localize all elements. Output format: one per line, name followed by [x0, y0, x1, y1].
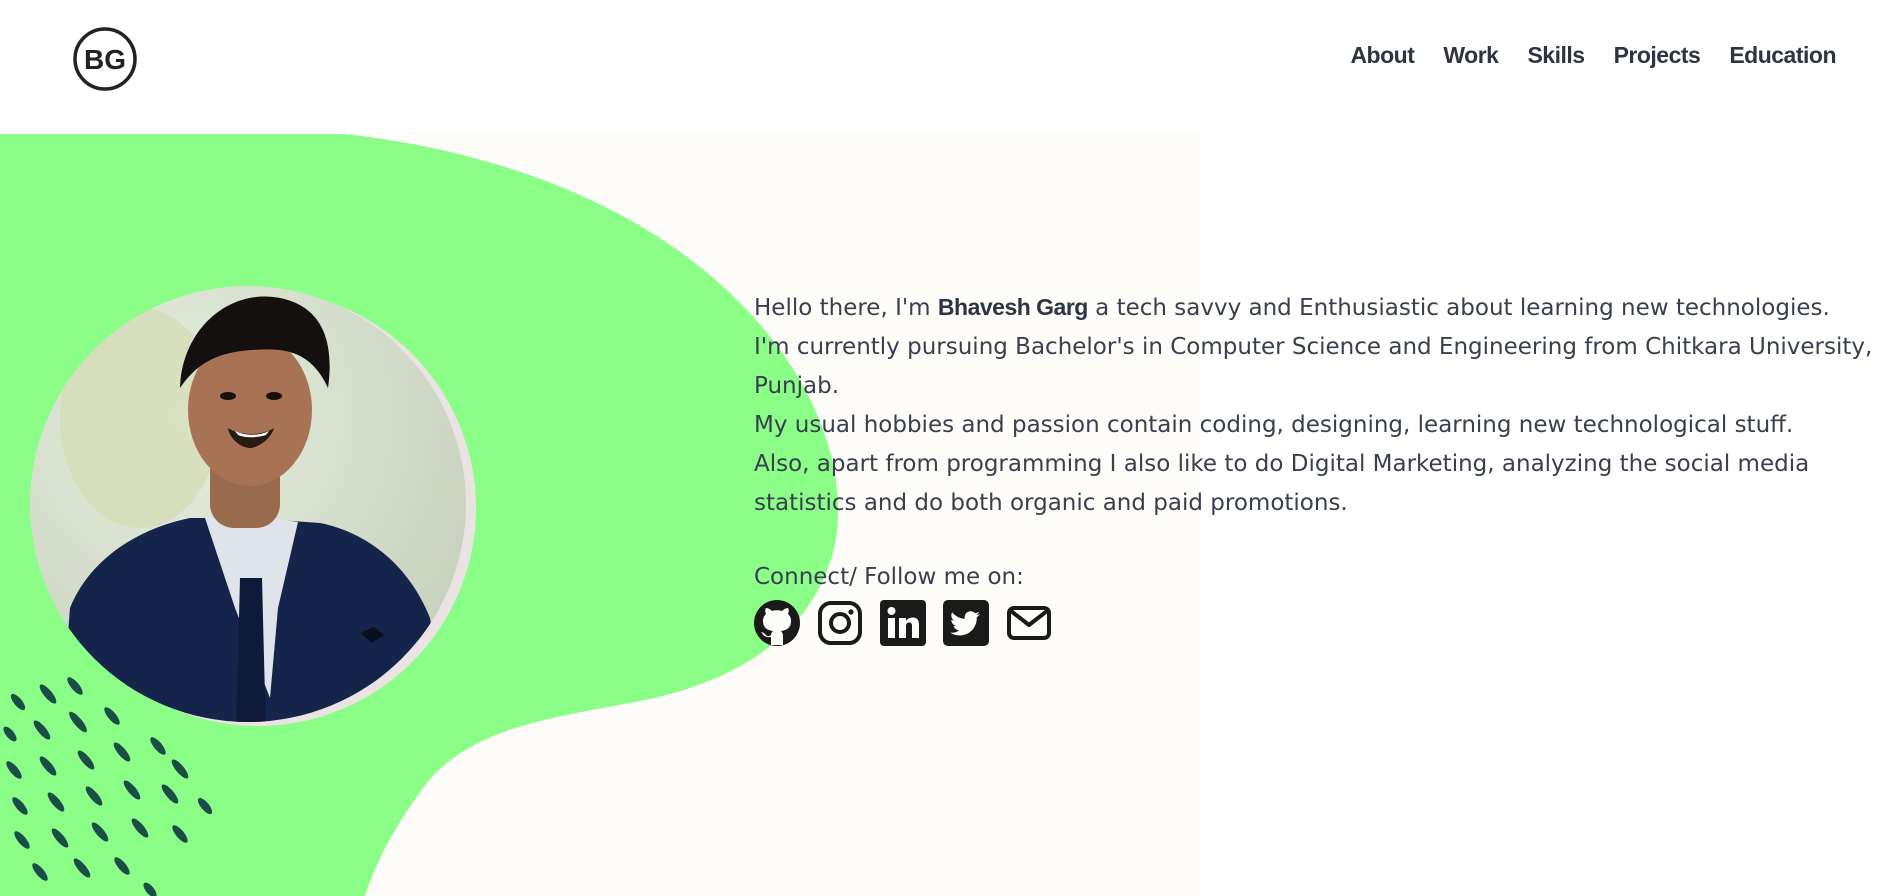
nav-work[interactable]: Work — [1443, 42, 1499, 69]
linkedin-icon[interactable] — [880, 600, 926, 646]
connect-label: Connect/ Follow me on: — [754, 564, 1024, 590]
bio-study: I'm currently pursuing Bachelor's in Com… — [754, 334, 1873, 399]
hero-section: Hello there, I'm Bhavesh Garg a tech sav… — [0, 134, 1880, 896]
nav-projects[interactable]: Projects — [1614, 42, 1701, 69]
profile-photo — [30, 286, 476, 726]
bio-intro-rest: a tech savvy and Enthusiastic about lear… — [1087, 295, 1830, 321]
bio-marketing: Also, apart from programming I also like… — [754, 451, 1810, 516]
svg-text:BG: BG — [84, 44, 126, 75]
bio-text: Hello there, I'm Bhavesh Garg a tech sav… — [754, 288, 1874, 523]
main-nav: About Work Skills Projects Education — [1350, 42, 1836, 69]
site-header: BG About Work Skills Projects Education — [0, 0, 1880, 134]
nav-about[interactable]: About — [1350, 42, 1414, 69]
nav-skills[interactable]: Skills — [1527, 42, 1585, 69]
bio-hobbies: My usual hobbies and passion contain cod… — [754, 412, 1794, 438]
author-name: Bhavesh Garg — [937, 294, 1088, 320]
bg-logo[interactable]: BG — [72, 26, 138, 92]
nav-education[interactable]: Education — [1729, 42, 1836, 69]
bio-intro: Hello there, I'm Bhavesh Garg a tech sav… — [754, 288, 1874, 328]
github-icon[interactable] — [754, 600, 800, 646]
twitter-icon[interactable] — [943, 600, 989, 646]
social-links — [754, 600, 1052, 646]
instagram-icon[interactable] — [817, 600, 863, 646]
mail-icon[interactable] — [1006, 600, 1052, 646]
bio-greeting: Hello there, I'm — [754, 295, 938, 321]
